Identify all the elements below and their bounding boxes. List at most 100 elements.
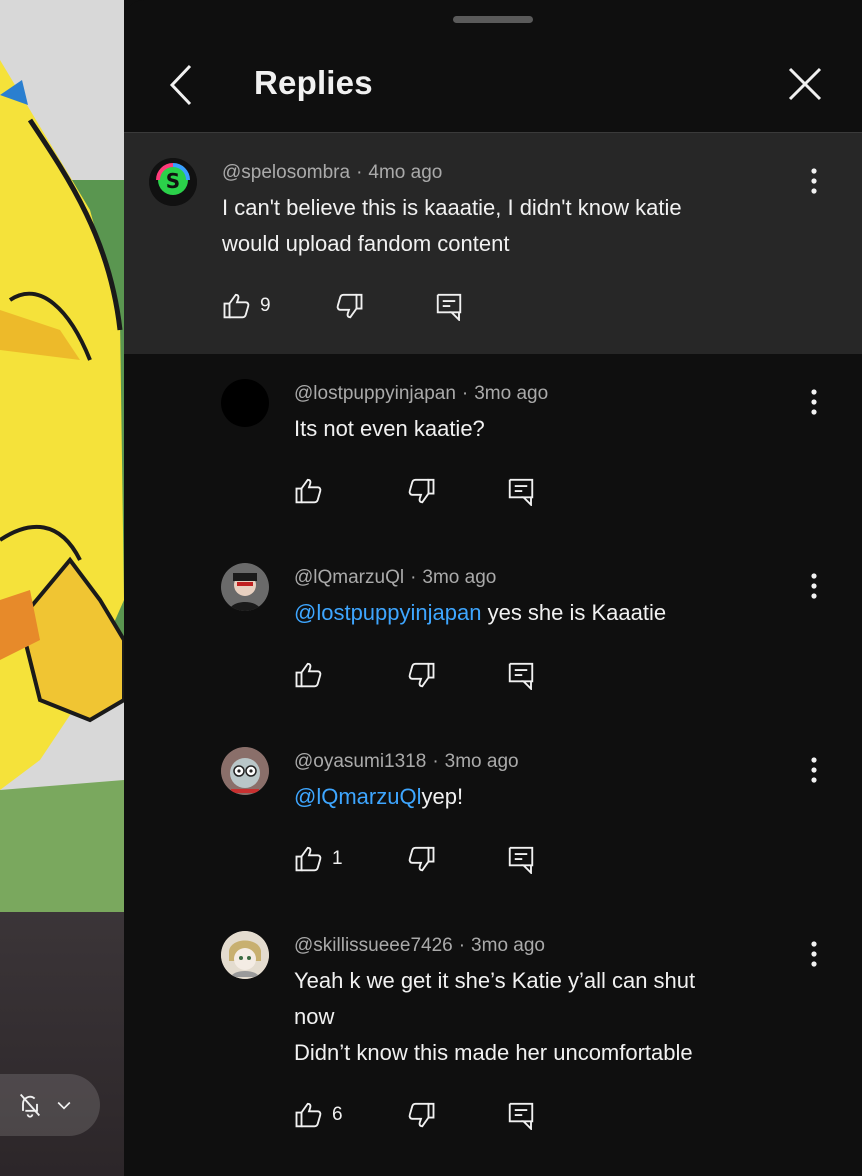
comment-actions: 1 bbox=[294, 839, 554, 879]
comment-author[interactable]: @spelosombra bbox=[222, 162, 350, 183]
comment-time: 3mo ago bbox=[422, 567, 497, 588]
comment-actions: 9 bbox=[222, 286, 482, 326]
comment-meta: @oyasumi1318 · 3mo ago bbox=[294, 751, 519, 772]
comment-actions bbox=[294, 655, 554, 695]
like-button[interactable]: 6 bbox=[294, 1095, 343, 1135]
comment-actions bbox=[294, 471, 554, 511]
dislike-icon bbox=[336, 293, 363, 319]
comment-author[interactable]: @lQmarzuQl bbox=[294, 567, 404, 588]
reply-icon bbox=[508, 846, 534, 874]
comment-text: Its not even kaatie? bbox=[294, 411, 764, 447]
reply-button[interactable] bbox=[506, 471, 536, 511]
comment-text: @lostpuppyinjapan yes she is Kaaatie bbox=[294, 595, 764, 631]
comment-text: Yeah k we get it she’s Katie y’all can s… bbox=[294, 963, 764, 1071]
dislike-button[interactable] bbox=[406, 1095, 436, 1135]
comment-meta: @lostpuppyinjapan · 3mo ago bbox=[294, 383, 549, 404]
avatar[interactable]: S bbox=[149, 158, 197, 206]
reply-comment: @lQmarzuQl · 3mo ago @lostpuppyinjapan yes… bbox=[124, 538, 862, 722]
reply-button[interactable] bbox=[506, 1095, 536, 1135]
notifications-toggle-button[interactable] bbox=[0, 1074, 100, 1136]
comment-text-line: I can't believe this is kaaatie, I didn'… bbox=[222, 195, 682, 220]
comment-text-body: yep! bbox=[421, 784, 464, 809]
close-icon bbox=[788, 67, 822, 101]
reply-icon bbox=[508, 478, 534, 506]
avatar-image bbox=[221, 563, 269, 611]
bell-off-icon bbox=[19, 1093, 41, 1118]
comment-meta: @lQmarzuQl · 3mo ago bbox=[294, 567, 497, 588]
like-count: 6 bbox=[332, 1104, 343, 1125]
more-vert-icon[interactable] bbox=[804, 570, 824, 602]
comment-actions: 6 bbox=[294, 1095, 554, 1135]
close-button[interactable] bbox=[786, 65, 824, 103]
back-button[interactable] bbox=[164, 62, 204, 108]
comment-time: 4mo ago bbox=[368, 162, 443, 183]
comment-time: 3mo ago bbox=[444, 751, 519, 772]
chevron-down-icon bbox=[57, 1101, 71, 1110]
comment-author[interactable]: @lostpuppyinjapan bbox=[294, 383, 456, 404]
reply-button[interactable] bbox=[506, 655, 536, 695]
dislike-icon bbox=[408, 478, 435, 504]
video-frame bbox=[0, 0, 124, 912]
parent-comment: S @spelosombra · 4mo ago I can't believe t… bbox=[124, 133, 862, 354]
mention-link[interactable]: @lQmarzuQl bbox=[294, 784, 421, 809]
reply-icon bbox=[508, 662, 534, 690]
like-button[interactable]: 9 bbox=[222, 286, 271, 326]
comment-text-body: yes she is Kaaatie bbox=[481, 600, 667, 625]
replies-panel: Replies S @spelosombra · 4mo ago I can't b… bbox=[124, 0, 862, 1176]
reply-icon bbox=[508, 1102, 534, 1130]
comment-text-line: Yeah k we get it she’s Katie y’all can s… bbox=[294, 968, 696, 993]
video-player[interactable] bbox=[0, 0, 124, 1176]
comment-meta: @skillissueee7426 · 3mo ago bbox=[294, 935, 545, 956]
more-vert-icon[interactable] bbox=[804, 386, 824, 418]
like-count: 1 bbox=[332, 848, 343, 869]
like-count: 9 bbox=[260, 295, 271, 316]
comment-text-line: Didn’t know this made her uncomfortable bbox=[294, 1040, 693, 1065]
dislike-button[interactable] bbox=[406, 655, 436, 695]
page-title: Replies bbox=[254, 64, 373, 101]
dislike-button[interactable] bbox=[406, 471, 436, 511]
comment-text: I can't believe this is kaaatie, I didn'… bbox=[222, 190, 692, 262]
comment-author[interactable]: @oyasumi1318 bbox=[294, 751, 426, 772]
like-icon bbox=[223, 293, 250, 319]
avatar-image bbox=[221, 931, 269, 979]
dislike-button[interactable] bbox=[334, 286, 364, 326]
avatar-image: S bbox=[149, 158, 197, 206]
reply-comment: @lostpuppyinjapan · 3mo ago Its not even k… bbox=[124, 354, 862, 538]
dislike-button[interactable] bbox=[406, 839, 436, 879]
chevron-left-icon bbox=[169, 64, 192, 106]
drag-handle[interactable] bbox=[453, 16, 533, 23]
dislike-icon bbox=[408, 1102, 435, 1128]
like-button[interactable]: 1 bbox=[294, 839, 343, 879]
reply-button[interactable] bbox=[506, 839, 536, 879]
more-vert-icon[interactable] bbox=[804, 938, 824, 970]
more-vert-icon[interactable] bbox=[804, 754, 824, 786]
like-button[interactable] bbox=[294, 471, 332, 511]
like-icon bbox=[295, 846, 322, 872]
reply-icon bbox=[436, 293, 462, 321]
video-lower-area bbox=[0, 912, 124, 1176]
avatar[interactable] bbox=[221, 931, 269, 979]
comment-author[interactable]: @skillissueee7426 bbox=[294, 935, 453, 956]
comment-text: @lQmarzuQlyep! bbox=[294, 779, 764, 815]
like-button[interactable] bbox=[294, 655, 332, 695]
avatar[interactable] bbox=[221, 563, 269, 611]
avatar-image bbox=[221, 747, 269, 795]
avatar[interactable] bbox=[221, 379, 269, 427]
like-icon bbox=[295, 1102, 322, 1128]
reply-comment: @oyasumi1318 · 3mo ago @lQmarzuQlyep! 1 bbox=[124, 722, 862, 906]
comment-meta: @spelosombra · 4mo ago bbox=[222, 162, 443, 183]
reply-button[interactable] bbox=[434, 286, 464, 326]
dislike-icon bbox=[408, 846, 435, 872]
more-vert-icon[interactable] bbox=[804, 165, 824, 197]
mention-link[interactable]: @lostpuppyinjapan bbox=[294, 600, 481, 625]
comment-text-line: Its not even kaatie? bbox=[294, 416, 485, 441]
comment-time: 3mo ago bbox=[474, 383, 549, 404]
like-icon bbox=[295, 478, 322, 504]
svg-text:S: S bbox=[166, 169, 180, 193]
avatar[interactable] bbox=[221, 747, 269, 795]
like-icon bbox=[295, 662, 322, 688]
comment-text-line: now bbox=[294, 1004, 335, 1029]
comment-time: 3mo ago bbox=[471, 935, 545, 956]
comment-text-line: would upload fandom content bbox=[222, 231, 510, 256]
reply-comment: @skillissueee7426 · 3mo ago Yeah k we get … bbox=[124, 906, 862, 1176]
